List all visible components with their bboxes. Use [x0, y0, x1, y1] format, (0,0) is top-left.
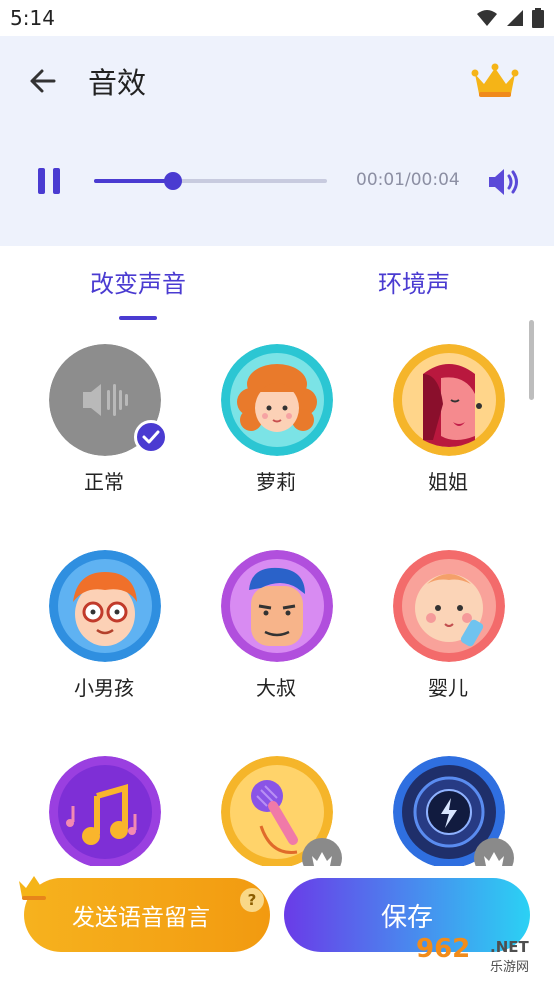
watermark-number: 962 — [416, 934, 471, 964]
little-boy-avatar — [49, 550, 161, 662]
help-icon[interactable]: ? — [240, 888, 264, 912]
send-voice-message-button[interactable]: 发送语音留言 — [24, 878, 270, 952]
progress-slider[interactable] — [94, 172, 327, 190]
effect-label: 萝莉 — [256, 470, 296, 494]
watermark-net: .NET — [490, 938, 529, 956]
watermark-site: 乐游网 — [490, 960, 530, 975]
status-time: 5:14 — [10, 6, 55, 30]
tab-bar: 改变声音 环境声 — [0, 246, 554, 326]
arrow-left-icon[interactable] — [26, 64, 60, 98]
effect-label: 姐姐 — [428, 470, 468, 494]
wifi-icon — [477, 10, 497, 26]
effect-uncle[interactable]: 大叔 — [190, 532, 362, 712]
signal-icon — [507, 10, 523, 26]
music-avatar — [49, 756, 161, 866]
baby-avatar — [393, 550, 505, 662]
effect-electric[interactable] — [362, 738, 534, 866]
bottom-actions: 发送语音留言 ? 保存 962 .NET 乐游网 — [0, 866, 554, 984]
effect-label: 大叔 — [256, 676, 296, 700]
effect-little-boy[interactable]: 小男孩 — [18, 532, 190, 712]
effect-microphone[interactable] — [190, 738, 362, 866]
effect-label: 婴儿 — [428, 676, 468, 700]
tab-ambient-sound[interactable]: 环境声 — [378, 264, 450, 299]
selected-check-icon — [134, 420, 168, 454]
progress-thumb[interactable] — [164, 172, 183, 190]
timecode: 00:01/00:04 — [356, 170, 460, 190]
effect-label: 小男孩 — [74, 676, 134, 700]
effect-label: 正常 — [84, 470, 124, 494]
sister-avatar — [393, 344, 505, 456]
effects-header: 音效 00:01/00:04 — [0, 36, 554, 246]
effect-normal[interactable]: 正常 — [18, 326, 190, 506]
uncle-avatar — [221, 550, 333, 662]
battery-icon — [532, 8, 544, 28]
effect-sister[interactable]: 姐姐 — [362, 326, 534, 506]
crown-icon[interactable] — [470, 62, 520, 100]
scrollbar[interactable] — [529, 320, 534, 400]
progress-fill — [94, 179, 174, 183]
send-voice-message-label: 发送语音留言 — [72, 905, 210, 931]
tab-indicator — [119, 316, 157, 320]
effect-music[interactable] — [18, 738, 190, 866]
effect-loli[interactable]: 萝莉 — [190, 326, 362, 506]
tab-change-voice[interactable]: 改变声音 — [90, 264, 186, 299]
loli-avatar — [221, 344, 333, 456]
watermark-logo: 962 .NET 乐游网 — [416, 934, 550, 978]
save-label: 保存 — [380, 902, 433, 933]
status-bar: 5:14 — [0, 0, 554, 36]
speaker-icon[interactable] — [486, 166, 522, 198]
effects-grid: 正常 萝莉 姐姐 小男孩 大叔 婴儿 — [0, 326, 554, 866]
effect-baby[interactable]: 婴儿 — [362, 532, 534, 712]
crown-icon — [19, 876, 49, 900]
vip-lock-icon — [474, 838, 514, 866]
page-title: 音效 — [88, 66, 147, 100]
audio-player: 00:01/00:04 — [0, 158, 554, 208]
pause-icon[interactable] — [36, 168, 62, 194]
vip-lock-icon — [302, 838, 342, 866]
